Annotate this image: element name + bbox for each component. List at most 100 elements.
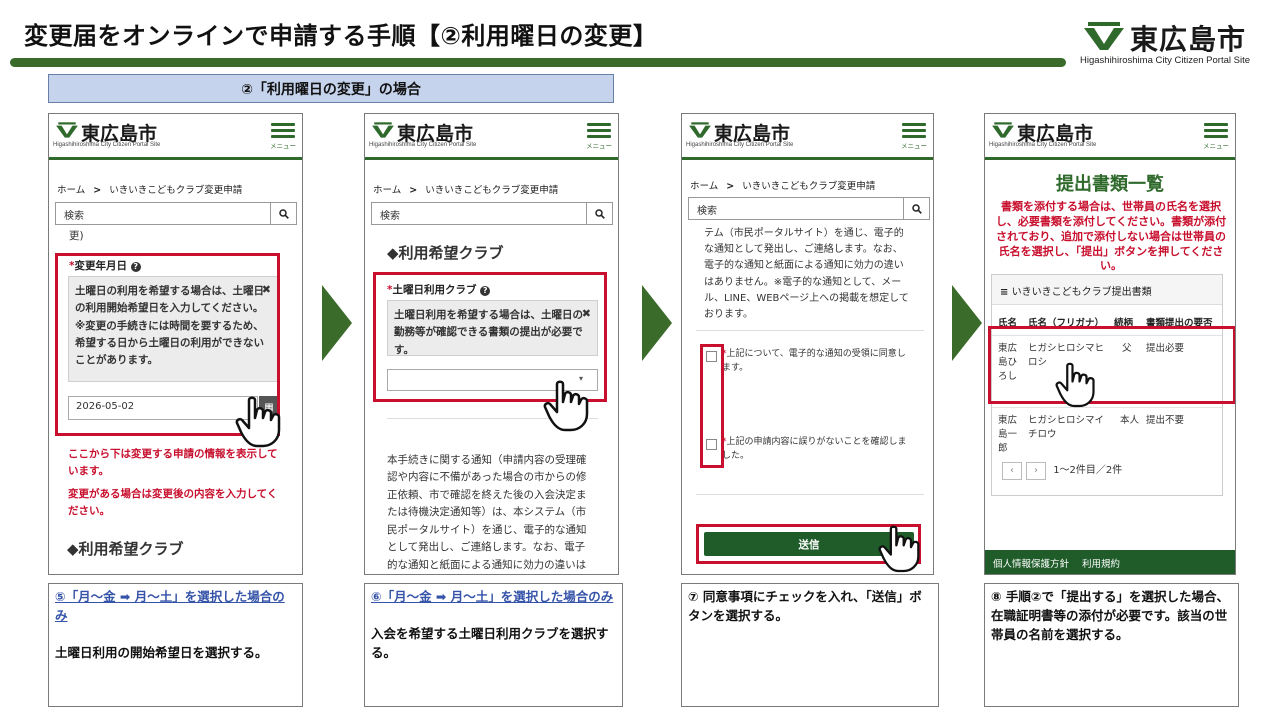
hamburger-icon — [1204, 123, 1228, 126]
city-emblem-icon — [1084, 22, 1124, 50]
brand-name: 東広島市 — [1130, 23, 1247, 56]
phone-screen-1: 東広島市 Higashihiroshima City Citizen Porta… — [48, 113, 303, 575]
caption-step-7: ⑦ 同意事項にチェックを入れ、「送信」ボタンを選択する。 — [681, 583, 939, 707]
hamburger-icon — [271, 123, 295, 126]
breadcrumb: ホーム > いきいきこどもクラブ変更申請 — [57, 182, 242, 196]
search-input[interactable]: 検索 — [688, 197, 930, 220]
search-icon — [594, 208, 605, 219]
cell-relation: 本人 — [1120, 415, 1140, 426]
breadcrumb-home[interactable]: ホーム — [57, 185, 85, 196]
phone-screen-4: 東広島市 Higashihiroshima City Citizen Porta… — [984, 113, 1236, 575]
phone-screen-2: 東広島市 Higashihiroshima City Citizen Porta… — [364, 113, 619, 575]
search-icon — [911, 203, 922, 214]
agree-notify-label: *上記について、電子的な通知の受領に同意します。 — [722, 349, 906, 373]
table-row[interactable]: 東広島一郎 ヒガシヒロシマイチロウ 本人 提出不要 — [992, 407, 1222, 455]
red-note-2: 変更がある場合は変更後の内容を入力してください。 — [68, 488, 278, 517]
slide-title: 変更届をオンラインで申請する手順【②利用曜日の変更】 — [24, 22, 658, 50]
caption-condition: ⑥「月～金 ➡ 月～土」を選択した場合のみ — [371, 589, 614, 604]
menu-label: メニュー — [1203, 142, 1229, 150]
search-icon — [278, 208, 289, 219]
breadcrumb: ホーム > いきいきこどもクラブ変更申請 — [690, 178, 875, 192]
brand-subtitle: Higashihiroshima City Citizen Portal Sit… — [1080, 55, 1251, 66]
section-heading-club: ◆利用希望クラブ — [387, 244, 504, 262]
caption-step-8: ⑧ 手順②で「提出する」を選択した場合、在職証明書等の添付が必要です。該当の世帯… — [984, 583, 1239, 707]
highlight-frame — [988, 326, 1235, 404]
search-button[interactable] — [586, 203, 612, 224]
caption-text: ⑧ 手順②で「提出する」を選択した場合、在職証明書等の添付が必要です。該当の世帯… — [991, 589, 1230, 642]
chevron-right-icon: > — [409, 185, 418, 196]
breadcrumb: ホーム > いきいきこどもクラブ変更申請 — [373, 182, 558, 196]
section-label: ②「利用曜日の変更」の場合 — [48, 74, 614, 103]
footer-bar: 個人情報保護方針 利用規約 — [985, 550, 1235, 574]
breadcrumb-current: いきいきこどもクラブ変更申請 — [425, 185, 559, 196]
search-input[interactable]: 検索 — [371, 202, 613, 225]
arrow-right-icon — [642, 285, 672, 361]
divider — [696, 330, 924, 331]
caption-step-6: ⑥「月～金 ➡ 月～土」を選択した場合のみ 入会を希望する土曜日利用クラブを選択… — [364, 583, 623, 707]
pagination: ‹ › 1〜2件目／2件 — [1002, 461, 1122, 480]
search-placeholder: 検索 — [64, 211, 84, 222]
hamburger-menu-button[interactable]: メニュー — [586, 120, 612, 154]
notification-info-text: テム（市民ポータルサイト）を通じ、電子的な通知として発出し、ご連絡します。なお、… — [704, 228, 909, 320]
breadcrumb-home[interactable]: ホーム — [690, 181, 718, 192]
pager-text: 1〜2件目／2件 — [1053, 465, 1123, 476]
search-button[interactable] — [903, 198, 929, 219]
search-button[interactable] — [270, 203, 296, 224]
hamburger-menu-button[interactable]: メニュー — [1203, 120, 1229, 154]
red-note-1: ここから下は変更する申請の情報を表示しています。 — [68, 448, 278, 477]
breadcrumb-home[interactable]: ホーム — [373, 185, 401, 196]
brand-logo: 東広島市 Higashihiroshima City Citizen Porta… — [1080, 18, 1270, 68]
pointer-hand-icon — [235, 396, 281, 448]
hamburger-menu-button[interactable]: メニュー — [270, 120, 296, 154]
hamburger-icon — [587, 123, 611, 126]
prev-page-button[interactable]: ‹ — [1002, 462, 1022, 480]
phone-logo-subtitle: Higashihiroshima City Citizen Portal Sit… — [989, 142, 1097, 148]
chevron-right-icon: > — [726, 181, 735, 192]
pointer-hand-icon — [543, 380, 589, 432]
caption-text: 入会を希望する土曜日利用クラブを選択する。 — [371, 625, 609, 660]
arrow-right-icon — [322, 285, 352, 361]
caption-text: 土曜日利用の開始希望日を選択する。 — [55, 644, 268, 660]
caption-step-5: ⑤「月～金 ➡ 月～土」を選択した場合のみ 土曜日利用の開始希望日を選択する。 — [48, 583, 303, 707]
list-icon: ≡ — [1000, 287, 1009, 298]
pointer-hand-icon — [878, 525, 920, 573]
arrow-right-icon — [952, 285, 982, 361]
search-placeholder: 検索 — [697, 206, 717, 217]
phone-logo-subtitle: Higashihiroshima City Citizen Portal Sit… — [369, 142, 477, 148]
breadcrumb-current: いきいきこどもクラブ変更申請 — [109, 185, 243, 196]
highlight-frame — [700, 344, 724, 468]
city-emblem-icon — [992, 122, 1014, 138]
scrolled-text-fragment: 更) — [69, 230, 84, 242]
chevron-right-icon: > — [93, 185, 102, 196]
phone-logo-subtitle: Higashihiroshima City Citizen Portal Sit… — [53, 142, 161, 148]
title-rule — [10, 58, 1066, 67]
city-emblem-icon — [372, 122, 394, 138]
city-emblem-icon — [689, 122, 711, 138]
page-title: 提出書類一覧 — [1056, 174, 1164, 195]
phone-logo-subtitle: Higashihiroshima City Citizen Portal Sit… — [686, 142, 794, 148]
breadcrumb-current: いきいきこどもクラブ変更申請 — [742, 181, 876, 192]
notification-info-text: 本手続きに関する通知（申請内容の受理確認や内容に不備があった場合の市からの修正依… — [387, 454, 587, 571]
phone-header: 東広島市 Higashihiroshima City Citizen Porta… — [682, 114, 933, 160]
menu-label: メニュー — [586, 142, 612, 150]
section-heading-club: ◆利用希望クラブ — [67, 540, 184, 558]
search-input[interactable]: 検索 — [55, 202, 297, 225]
hamburger-menu-button[interactable]: メニュー — [901, 120, 927, 154]
cell-name[interactable]: 東広島一郎 — [998, 414, 1020, 455]
phone-screen-3: 東広島市 Higashihiroshima City Citizen Porta… — [681, 113, 934, 575]
next-page-button[interactable]: › — [1026, 462, 1046, 480]
phone-header: 東広島市 Higashihiroshima City Citizen Porta… — [49, 114, 302, 160]
footer-link-privacy[interactable]: 個人情報保護方針 — [993, 559, 1069, 570]
footer-link-terms[interactable]: 利用規約 — [1082, 559, 1120, 570]
menu-label: メニュー — [901, 142, 927, 150]
city-emblem-icon — [56, 122, 78, 138]
attach-instructions: 書類を添付する場合は、世帯員の氏名を選択し、必要書類を添付してください。書類が添… — [995, 200, 1227, 273]
caption-condition: ⑤「月～金 ➡ 月～土」を選択した場合のみ — [55, 589, 285, 623]
pointer-hand-icon — [1055, 362, 1095, 408]
phone-header: 東広島市 Higashihiroshima City Citizen Porta… — [985, 114, 1235, 160]
search-placeholder: 検索 — [380, 211, 400, 222]
menu-label: メニュー — [270, 142, 296, 150]
table-title: ≡ いきいきこどもクラブ提出書類 — [992, 275, 1222, 305]
caption-text: ⑦ 同意事項にチェックを入れ、「送信」ボタンを選択する。 — [688, 589, 922, 623]
cell-required: 提出不要 — [1146, 415, 1185, 426]
